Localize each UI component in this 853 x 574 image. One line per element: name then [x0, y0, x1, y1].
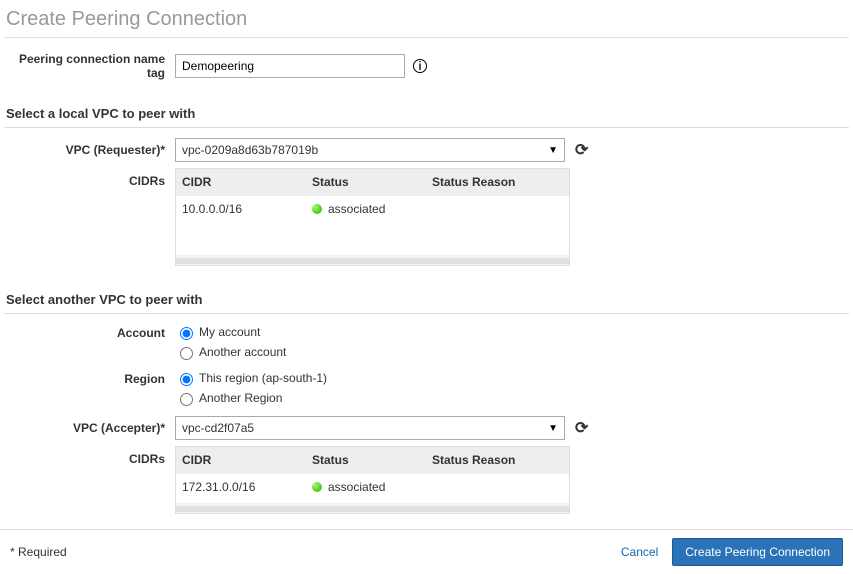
caret-down-icon: ▼: [548, 145, 558, 156]
status-cell: associated: [306, 196, 426, 222]
section-other-title: Select another VPC to peer with: [4, 286, 849, 314]
table-row: 172.31.0.0/16 associated: [176, 473, 569, 500]
col-header-status: Status: [306, 169, 426, 195]
cidrs-label-other: CIDRs: [0, 446, 175, 514]
table-row: 10.0.0.0/16 associated: [176, 195, 569, 222]
region-this-radio[interactable]: [180, 373, 193, 386]
col-header-reason: Status Reason: [426, 169, 569, 195]
region-another-radio[interactable]: [180, 393, 193, 406]
horizontal-scrollbar[interactable]: [176, 503, 569, 513]
status-cell: associated: [306, 474, 426, 500]
col-header-reason: Status Reason: [426, 447, 569, 473]
col-header-cidr: CIDR: [176, 447, 306, 473]
refresh-icon[interactable]: ⟳: [575, 140, 588, 160]
account-mine-radio[interactable]: [180, 327, 193, 340]
requester-select[interactable]: vpc-0209a8d63b787019b ▼: [175, 138, 565, 162]
cidr-cell: 172.31.0.0/16: [176, 474, 306, 500]
status-dot-icon: [312, 482, 322, 492]
name-tag-label: Peering connection name tag: [0, 52, 175, 80]
accepter-label: VPC (Accepter)*: [0, 421, 175, 435]
reason-cell: [426, 196, 569, 222]
region-label: Region: [0, 370, 175, 386]
info-icon[interactable]: i: [413, 59, 427, 73]
section-local-title: Select a local VPC to peer with: [4, 100, 849, 128]
status-dot-icon: [312, 204, 322, 214]
requester-value: vpc-0209a8d63b787019b: [182, 143, 318, 157]
required-note: * Required: [10, 545, 67, 559]
requester-label: VPC (Requester)*: [0, 143, 175, 157]
account-another-radio[interactable]: [180, 347, 193, 360]
cidr-table-local: CIDR Status Status Reason 10.0.0.0/16 as…: [175, 168, 570, 266]
refresh-icon[interactable]: ⟳: [575, 418, 588, 438]
col-header-cidr: CIDR: [176, 169, 306, 195]
accepter-value: vpc-cd2f07a5: [182, 421, 254, 435]
create-peering-button[interactable]: Create Peering Connection: [672, 538, 843, 566]
horizontal-scrollbar[interactable]: [176, 255, 569, 265]
region-another-label: Another Region: [199, 391, 282, 405]
account-another-label: Another account: [199, 345, 286, 359]
col-header-status: Status: [306, 447, 426, 473]
caret-down-icon: ▼: [548, 423, 558, 434]
account-label: Account: [0, 324, 175, 340]
cidr-cell: 10.0.0.0/16: [176, 196, 306, 222]
cidrs-label-local: CIDRs: [0, 168, 175, 266]
page-title: Create Peering Connection: [4, 0, 849, 38]
accepter-select[interactable]: vpc-cd2f07a5 ▼: [175, 416, 565, 440]
cancel-button[interactable]: Cancel: [621, 545, 658, 559]
reason-cell: [426, 474, 569, 500]
name-tag-input[interactable]: [175, 54, 405, 78]
cidr-table-other: CIDR Status Status Reason 172.31.0.0/16 …: [175, 446, 570, 514]
account-mine-label: My account: [199, 325, 260, 339]
region-this-label: This region (ap-south-1): [199, 371, 327, 385]
